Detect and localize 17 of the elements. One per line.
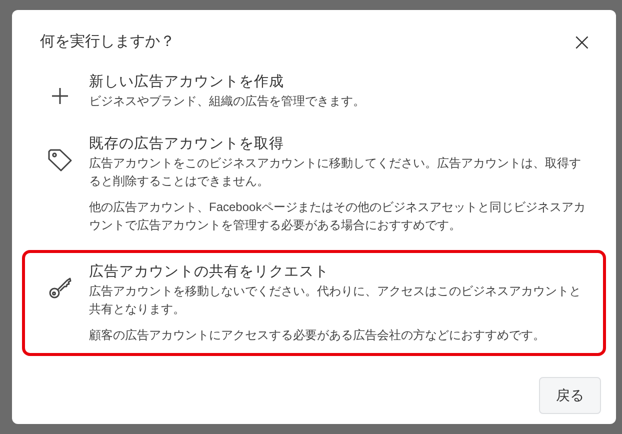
plus-icon: [50, 86, 70, 106]
option-description: 広告アカウントを移動しないでください。代わりに、アクセスはこのビジネスアカウントと共有となります。: [89, 283, 582, 318]
option-description: 広告アカウントをこのビジネスアカウントに移動してください。広告アカウントは、取得すると削除することはできません。: [89, 155, 582, 190]
option-title: 既存の広告アカウントを取得: [89, 134, 285, 154]
close-button[interactable]: ×: [572, 30, 592, 54]
option-card[interactable]: 既存の広告アカウントを取得 広告アカウントをこのビジネスアカウントに移動してください。広告アカウントは、取得すると削除することはできません。 他の広告アカウント、Facebookページまたはその他のビジネスアセットと同じビジネスアカウントで広告アカウントを管理する必要がある場合におすすめです。: [22, 126, 606, 242]
option-title: 新しい広告アカウントを作成: [89, 72, 285, 92]
tag-icon: [47, 148, 73, 172]
key-icon: [48, 276, 72, 300]
option-description: 他の広告アカウント、Facebookページまたはその他のビジネスアセットと同じビジネスアカウントで広告アカウントを管理する必要がある場合におすすめです。: [89, 199, 587, 234]
option-description: ビジネスやブランド、組織の広告を管理できます。: [89, 93, 366, 110]
option-title: 広告アカウントの共有をリクエスト: [89, 262, 330, 282]
option-card[interactable]: 新しい広告アカウントを作成 ビジネスやブランド、組織の広告を管理できます。: [22, 64, 606, 118]
option-card[interactable]: 広告アカウントの共有をリクエスト 広告アカウントを移動しないでください。代わりに、アクセスはこのビジネスアカウントと共有となります。 顧客の広告アカウントにアクセスする必要がある広告会社の方などにおすすめです。: [22, 250, 606, 356]
option-description: 顧客の広告アカウントにアクセスする必要がある広告会社の方などにおすすめです。: [89, 327, 546, 344]
dialog-title: 何を実行しますか？: [40, 32, 175, 52]
back-button[interactable]: 戻る: [539, 377, 601, 414]
